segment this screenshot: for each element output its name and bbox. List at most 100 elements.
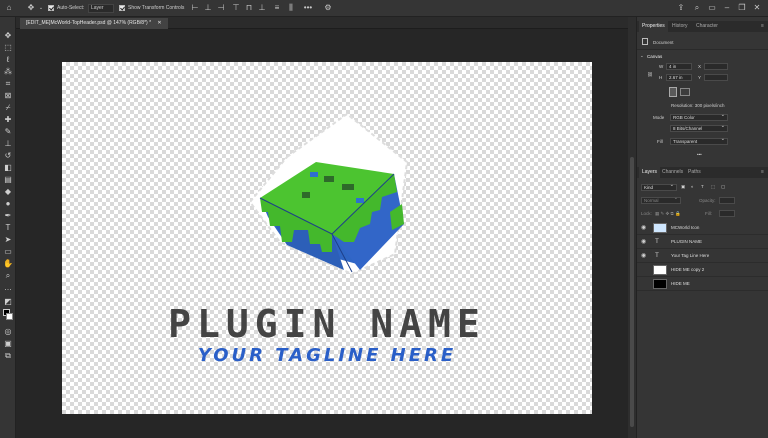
chevron-down-icon[interactable]: ⌄ (640, 53, 644, 59)
more-tools-icon[interactable]: … (3, 283, 13, 293)
height-field[interactable]: 2.67 in (666, 74, 692, 81)
crop-tool-icon[interactable]: ⌗ (3, 79, 13, 89)
workspace-icon[interactable]: ▭ (707, 3, 717, 13)
fill-select[interactable]: Transparent (670, 137, 728, 145)
hand-tool-icon[interactable]: ✋ (3, 259, 13, 269)
document-workspace[interactable]: PLUGIN NAME YOUR TAGLINE HERE (16, 29, 628, 438)
mode-select[interactable]: RGB Color (670, 113, 728, 121)
layer-name[interactable]: PLUGIN NAME (671, 239, 702, 244)
document-icon (642, 38, 648, 45)
filter-pixel-icon[interactable]: ▣ (681, 184, 685, 190)
close-icon[interactable]: ✕ (752, 3, 762, 13)
lock-icons[interactable]: ▦ ✎ ✥ ⧉ 🔒 (655, 211, 681, 217)
filter-type-icon[interactable]: T (701, 184, 704, 189)
tab-paths[interactable]: Paths (685, 167, 704, 178)
layer-name[interactable]: HIDE ME copy 2 (671, 267, 704, 272)
link-icon[interactable]: ⛓ (647, 72, 653, 78)
more-icon[interactable]: ••• (697, 152, 702, 157)
filter-smart-object-icon[interactable]: ▢ (721, 184, 725, 190)
tagline-text: YOUR TAGLINE HERE (197, 345, 457, 366)
layer-kind-filter[interactable]: Kind (641, 183, 677, 191)
eraser-tool-icon[interactable]: ◧ (3, 163, 13, 173)
layer-name[interactable]: Your Tag Line Here (671, 253, 709, 258)
align-center-icon[interactable]: ⊥ (203, 3, 213, 13)
minimize-icon[interactable]: – (722, 3, 732, 13)
restore-icon[interactable]: ❐ (737, 3, 747, 13)
default-colors-icon[interactable]: ◩ (3, 297, 13, 307)
layer-name[interactable]: HIDE ME (671, 281, 690, 286)
show-transform-checkbox[interactable] (119, 5, 125, 11)
width-field[interactable]: 4 in (666, 63, 692, 70)
bit-depth-select[interactable]: 8 Bits/Channel (670, 124, 728, 132)
align-top-icon[interactable]: ⊤ (231, 3, 241, 13)
align-right-icon[interactable]: ⊣ (216, 3, 226, 13)
tab-history[interactable]: History (669, 21, 691, 32)
auto-select-checkbox[interactable] (48, 5, 54, 11)
marquee-tool-icon[interactable]: ⬚ (3, 43, 13, 53)
align-middle-icon[interactable]: ⊓ (244, 3, 254, 13)
document-canvas[interactable]: PLUGIN NAME YOUR TAGLINE HERE (62, 62, 592, 414)
share-icon[interactable]: ⇪ (676, 3, 686, 13)
search-icon[interactable]: ⌕ (692, 3, 702, 13)
quick-mask-icon[interactable]: ◎ (3, 327, 13, 337)
gradient-tool-icon[interactable]: ▤ (3, 175, 13, 185)
tab-character[interactable]: Character (693, 21, 721, 32)
move-tool-icon[interactable]: ✥ (3, 31, 13, 41)
vertical-scrollbar[interactable] (628, 17, 636, 438)
landscape-orientation-icon[interactable] (680, 88, 690, 96)
move-tool-icon[interactable]: ✥ (26, 3, 36, 13)
layer-row[interactable]: ◉ HIDE ME copy 2 (637, 263, 768, 277)
layer-row[interactable]: ◉ HIDE ME (637, 277, 768, 291)
home-icon[interactable]: ⌂ (4, 3, 14, 13)
layer-name[interactable]: MCWorld Icon (671, 225, 699, 230)
align-left-icon[interactable]: ⊢ (190, 3, 200, 13)
opacity-field[interactable] (719, 197, 735, 204)
distribute-spacing-icon[interactable]: ⫼ (286, 3, 296, 13)
panel-menu-icon[interactable]: ≡ (761, 24, 766, 29)
path-selection-icon[interactable]: ➤ (3, 235, 13, 245)
frame-tool-icon[interactable]: ⊠ (3, 91, 13, 101)
layer-row[interactable]: ◉ T Your Tag Line Here (637, 249, 768, 263)
zoom-tool-icon[interactable]: ⌕ (3, 271, 13, 281)
tab-channels[interactable]: Channels (659, 167, 686, 178)
gear-icon[interactable]: ⚙ (323, 3, 333, 13)
filter-shape-icon[interactable]: ⬚ (711, 184, 715, 190)
rectangle-tool-icon[interactable]: ▭ (3, 247, 13, 257)
more-options-icon[interactable]: ••• (303, 3, 313, 13)
eyedropper-icon[interactable]: ⌿ (3, 103, 13, 113)
document-tab[interactable]: [EDIT_ME]McWorld-TopHeader.psd @ 147% (R… (20, 18, 168, 29)
brush-tool-icon[interactable]: ✎ (3, 127, 13, 137)
healing-brush-icon[interactable]: ✚ (3, 115, 13, 125)
tab-properties[interactable]: Properties (639, 21, 668, 32)
magic-wand-icon[interactable]: ⁂ (3, 67, 13, 77)
type-tool-icon[interactable]: T (3, 223, 13, 233)
dodge-tool-icon[interactable]: ● (3, 199, 13, 209)
scrollbar-thumb[interactable] (630, 157, 634, 427)
chevron-down-icon[interactable]: ⌄ (36, 3, 46, 13)
x-field[interactable] (704, 63, 728, 70)
background-color-swatch[interactable] (6, 313, 13, 320)
y-field[interactable] (704, 74, 728, 81)
auto-select-target-dropdown[interactable]: Layer (88, 4, 114, 13)
fill-field[interactable] (719, 210, 735, 217)
portrait-orientation-icon[interactable] (669, 87, 677, 97)
clone-stamp-icon[interactable]: ⊥ (3, 139, 13, 149)
align-bottom-icon[interactable]: ⊥ (257, 3, 267, 13)
blend-mode-select[interactable]: Normal (641, 196, 681, 204)
history-brush-icon[interactable]: ↺ (3, 151, 13, 161)
layer-row[interactable]: ◉ MCWorld Icon (637, 221, 768, 235)
layer-row[interactable]: ◉ T PLUGIN NAME (637, 235, 768, 249)
artboard-icon[interactable]: ⧉ (3, 351, 13, 361)
lasso-tool-icon[interactable]: ℓ (3, 55, 13, 65)
eye-icon[interactable]: ◉ (641, 253, 647, 259)
eye-icon[interactable]: ◉ (641, 225, 647, 231)
tab-layers[interactable]: Layers (639, 167, 661, 178)
close-icon[interactable]: ✕ (157, 20, 161, 26)
blur-tool-icon[interactable]: ◆ (3, 187, 13, 197)
eye-icon[interactable]: ◉ (641, 239, 647, 245)
panel-menu-icon[interactable]: ≡ (761, 170, 766, 175)
screen-mode-icon[interactable]: ▣ (3, 339, 13, 349)
filter-adjustment-icon[interactable]: ◐ (691, 184, 694, 189)
pen-tool-icon[interactable]: ✒ (3, 211, 13, 221)
distribute-icon[interactable]: ≡ (272, 3, 282, 13)
